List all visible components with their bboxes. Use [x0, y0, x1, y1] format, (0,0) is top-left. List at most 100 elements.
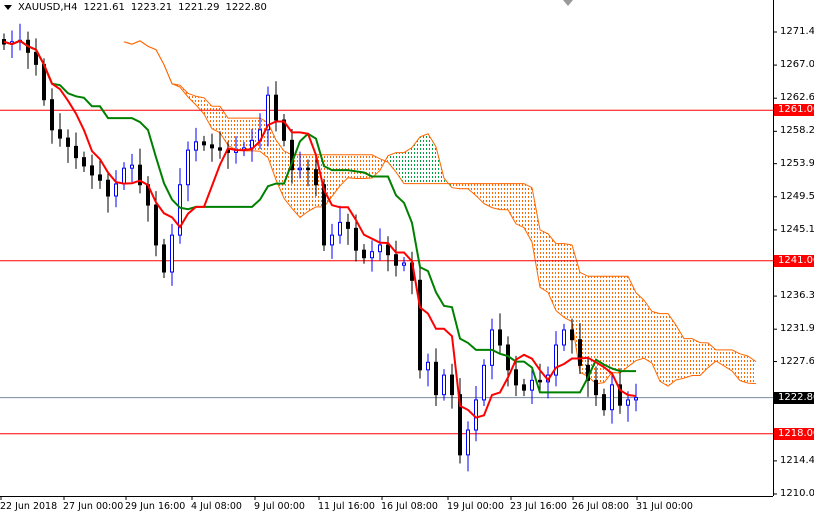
x-tick-label: 29 Jun 16:00 [125, 501, 186, 512]
candle-body [194, 141, 198, 151]
candle-body [594, 379, 598, 396]
level-price-tag: 1241.00 [774, 254, 814, 267]
ichimoku-cloud-segment [332, 154, 340, 197]
candle-body [394, 254, 398, 266]
senkou-span-b-line [123, 40, 757, 363]
candle-body [122, 167, 126, 185]
chart-window[interactable]: XAUUSD,H4 1221.61 1223.21 1221.29 1222.8… [0, 0, 814, 514]
candle-body [90, 165, 94, 176]
dropdown-triangle-icon[interactable] [4, 5, 12, 10]
candle-body [474, 399, 478, 431]
candle-body [466, 429, 470, 456]
y-tick-label: 1214.40 [780, 454, 814, 466]
candle-body [218, 147, 222, 151]
ichimoku-cloud-segment [620, 276, 628, 374]
candle-body [314, 169, 318, 186]
candle-body [34, 51, 38, 65]
candle-body [386, 244, 390, 256]
close-value: 1222.80 [225, 2, 267, 13]
candle-body [562, 329, 566, 346]
ichimoku-cloud-segment [412, 136, 420, 184]
tenkan-sen-line [3, 39, 637, 419]
candle-body [402, 262, 406, 266]
ichimoku-cloud-segment [740, 353, 748, 384]
ichimoku-cloud-segment [476, 183, 484, 204]
level-price-tag: 1218.00 [774, 427, 814, 440]
ichimoku-cloud-segment [348, 154, 356, 179]
candle-body [570, 329, 574, 341]
x-tick-label: 4 Jul 08:00 [191, 501, 242, 512]
candle-body [442, 374, 446, 396]
y-tick-label: 1271.40 [780, 26, 814, 37]
candle-body [154, 204, 158, 246]
candle-body [578, 339, 582, 366]
candle-body [346, 221, 350, 229]
x-tick-label: 19 Jul 00:00 [447, 501, 504, 512]
candle-body [450, 374, 454, 396]
ichimoku-cloud-segment [668, 313, 676, 387]
high-value: 1223.21 [130, 2, 173, 13]
y-tick-label: 1253.90 [780, 157, 814, 169]
y-tick-label: 1227.60 [780, 355, 814, 367]
chart-header: XAUUSD,H4 1221.61 1223.21 1221.29 1222.8… [4, 2, 267, 13]
low-value: 1221.29 [178, 2, 220, 13]
x-tick-label: 27 Jun 00:00 [63, 501, 124, 512]
ichimoku-cloud-segment [500, 183, 508, 210]
candle-body [378, 244, 382, 253]
candle-body [490, 329, 494, 366]
candle-body [434, 361, 438, 396]
candle-body [58, 129, 62, 139]
ichimoku-cloud-segment [404, 147, 412, 184]
candle-body [530, 379, 534, 391]
candle-body [114, 183, 118, 197]
y-tick-label: 1249.50 [780, 190, 814, 202]
y-tick-label: 1262.60 [780, 92, 814, 104]
ichimoku-cloud-segment [356, 154, 364, 179]
x-tick-label: 16 Jul 08:00 [381, 501, 438, 512]
price-chart[interactable] [0, 0, 814, 514]
level-price-tag: 1261.00 [774, 104, 814, 117]
x-tick-label: 9 Jul 00:00 [254, 501, 305, 512]
candle-body [514, 369, 518, 386]
candle-body [626, 399, 630, 406]
ichimoku-cloud-segment [420, 133, 428, 184]
ichimoku-cloud-segment [460, 183, 468, 189]
ichimoku-cloud-segment [660, 313, 668, 387]
ichimoku-cloud-segment [556, 243, 564, 318]
candle-body [210, 144, 214, 149]
y-tick-label: 1245.10 [780, 223, 814, 235]
candle-body [634, 397, 638, 401]
candle-body [50, 99, 54, 131]
candle-body [66, 137, 70, 147]
candle-body [274, 94, 278, 121]
candle-body [202, 141, 206, 146]
candle-body [106, 179, 110, 197]
ichimoku-cloud-segment [524, 183, 532, 243]
ichimoku-cloud-segment [676, 325, 684, 380]
ichimoku-cloud-segment [196, 96, 204, 115]
ichimoku-cloud-segment [532, 187, 540, 288]
candle-body [418, 279, 422, 371]
candle-body [98, 174, 102, 181]
chart-shift-marker-icon[interactable] [563, 0, 573, 6]
open-value: 1221.61 [83, 2, 125, 13]
symbol-label: XAUUSD,H4 [18, 2, 78, 13]
ichimoku-cloud-segment [684, 338, 692, 379]
ichimoku-cloud-segment [236, 118, 244, 151]
y-tick-label: 1236.30 [780, 290, 814, 302]
x-tick-label: 11 Jul 16:00 [318, 501, 375, 512]
y-tick-label: 1258.20 [780, 125, 814, 137]
ichimoku-cloud-segment [492, 183, 500, 210]
candle-body [74, 145, 78, 159]
candle-body [82, 157, 86, 167]
candle-body [482, 364, 486, 401]
ichimoku-cloud-segment [692, 338, 700, 376]
ichimoku-cloud-segment [228, 118, 236, 151]
ichimoku-cloud-segment [652, 311, 660, 382]
candle-body [522, 384, 526, 391]
ichimoku-cloud-segment [548, 233, 556, 311]
ichimoku-cloud-segment [396, 152, 404, 184]
ichimoku-cloud-segment [700, 342, 708, 376]
candle-body [130, 164, 134, 169]
candle-body [354, 227, 358, 251]
